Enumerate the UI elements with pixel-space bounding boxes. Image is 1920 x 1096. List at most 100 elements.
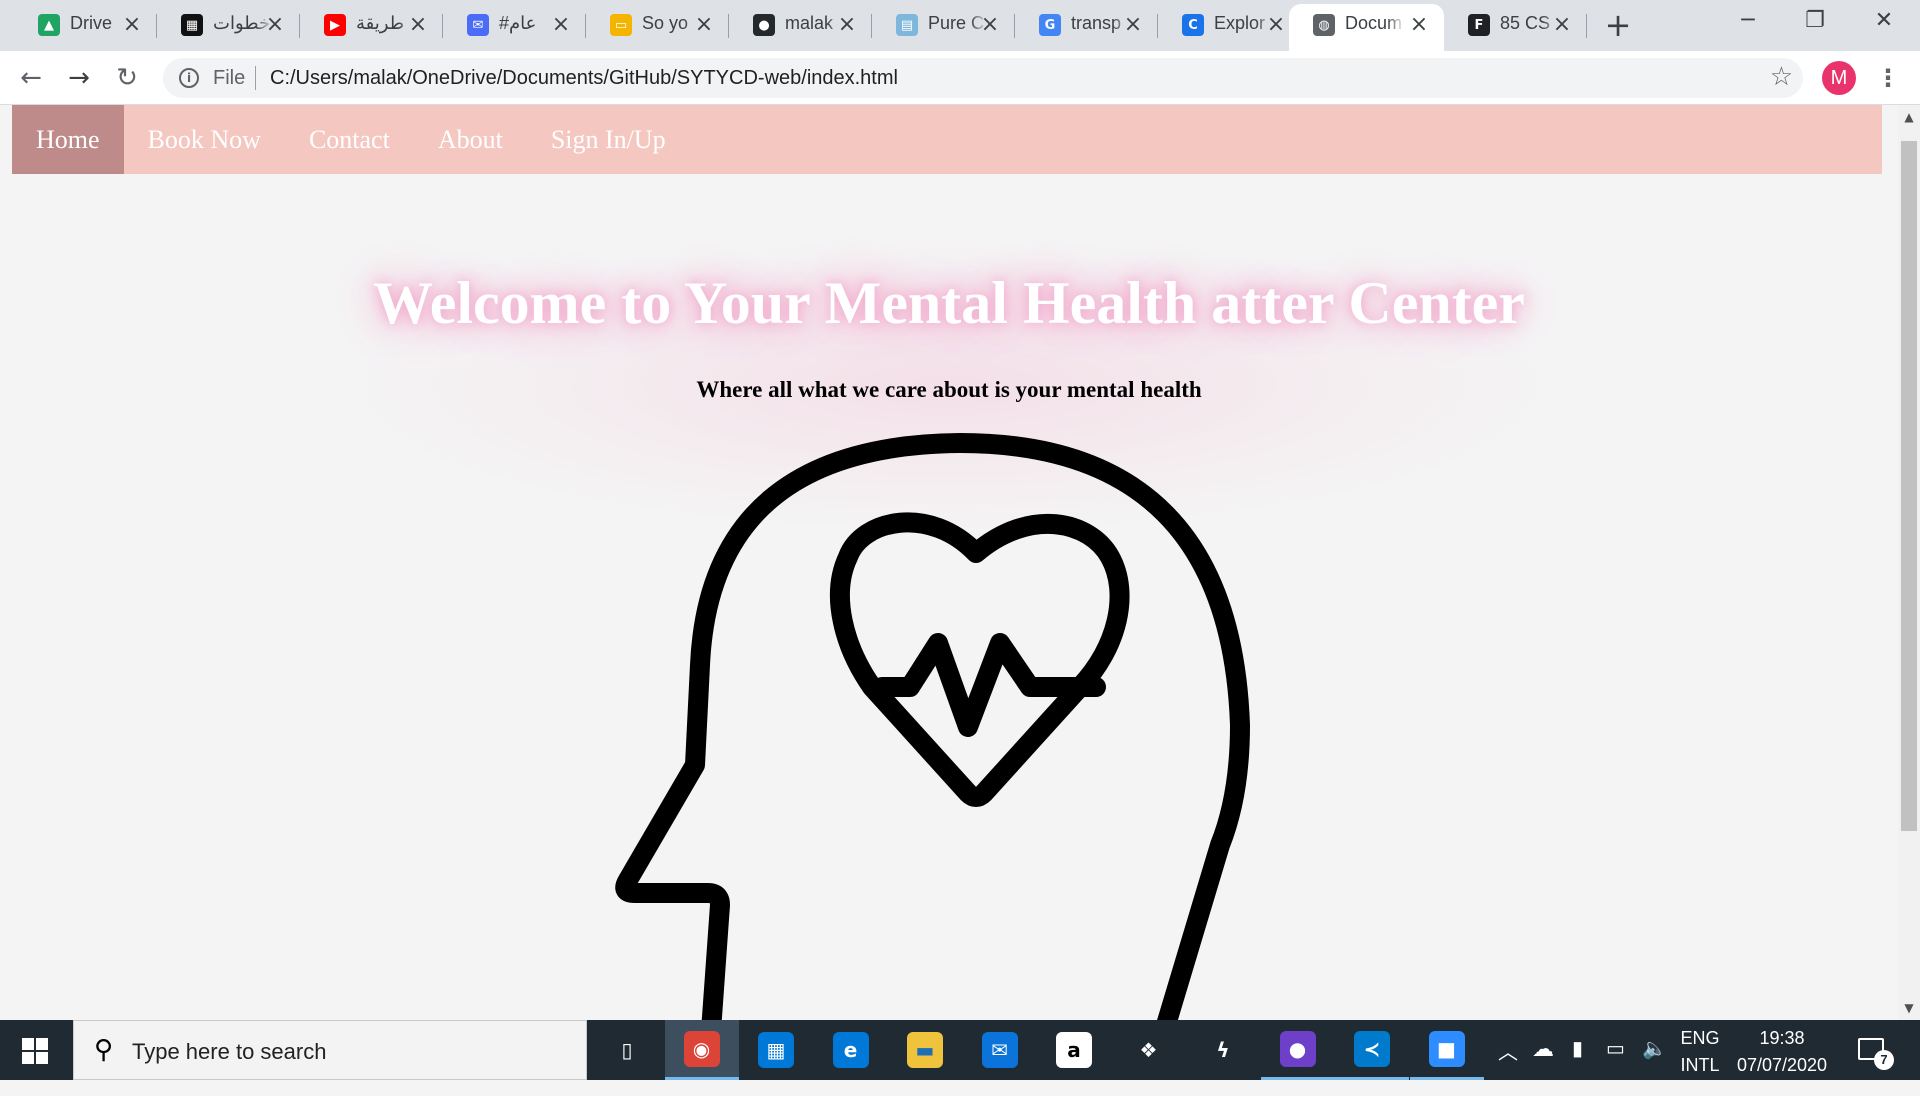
google-icon: G (1039, 14, 1061, 36)
language-label: ENG (1680, 1028, 1720, 1048)
windows-taskbar: ⚲ Type here to search ▯ ◉ ▦ e ▬ ✉ a ❖ ϟ ● ≺ ■ ︿ ☁ ▮… (0, 1020, 1920, 1080)
nav-link-book-now[interactable]: Book Now (124, 105, 285, 174)
vscode-taskbar-button[interactable]: ≺ (1335, 1020, 1409, 1080)
browser-tab[interactable]: F 85 CS × (1444, 0, 1587, 51)
nav-link-sign-in-up[interactable]: Sign In/Up (527, 105, 690, 174)
task-view-icon: ▯ (621, 1038, 633, 1062)
browser-tab[interactable]: ✉ #عام × (443, 0, 586, 51)
browser-tab[interactable]: ▲ Drive × (14, 0, 157, 51)
start-button[interactable] (0, 1020, 70, 1080)
winamp-icon: ϟ (1216, 1038, 1230, 1062)
forward-button[interactable]: → (62, 61, 96, 95)
close-tab-icon[interactable]: × (121, 12, 143, 38)
microphone-icon[interactable]: ▮ (1572, 1036, 1583, 1096)
mail-taskbar-button[interactable]: ✉ (963, 1020, 1037, 1080)
vscode-icon: ≺ (1354, 1030, 1390, 1067)
nav-link-home[interactable]: Home (12, 105, 124, 174)
chrome-taskbar-button[interactable]: ◉ (664, 1020, 739, 1080)
close-window-button[interactable]: ✕ (1864, 6, 1904, 36)
close-tab-icon[interactable]: × (407, 12, 429, 38)
profile-avatar[interactable]: M (1822, 61, 1856, 95)
mail-icon: ✉ (981, 1032, 1018, 1068)
chat-app-icon: ✉ (467, 14, 489, 36)
clock[interactable]: 19:38 07/07/2020 (1734, 1028, 1830, 1088)
battery-icon[interactable]: ▭ (1606, 1036, 1625, 1096)
close-tab-icon[interactable]: × (550, 12, 572, 38)
site-navbar: Home Book Now Contact About Sign In/Up (12, 105, 1882, 174)
browser-tab[interactable]: ▦ خطوات × (157, 0, 300, 51)
nav-link-about[interactable]: About (414, 105, 527, 174)
page-scrollbar[interactable]: ▲ ▼ (1898, 105, 1920, 1020)
omnibox-divider (255, 66, 256, 90)
action-center-button[interactable]: 7 (1854, 1034, 1894, 1070)
browser-tab[interactable]: ▶ طريقة × (300, 0, 443, 51)
browser-tab-strip: F 85 CS × ◍ Docum × C Explor × Gtransp × ▤ Pure C × ● m… (0, 0, 1920, 51)
close-tab-icon[interactable]: × (1551, 12, 1573, 38)
chrome-menu-button[interactable]: ⋮ (1876, 61, 1900, 95)
scheme-label: File (213, 67, 246, 89)
browser-tab[interactable]: ● malak × (729, 0, 872, 51)
close-tab-icon[interactable]: × (836, 12, 858, 38)
show-hidden-icons-button[interactable]: ︿ (1498, 1036, 1518, 1096)
browser-tab[interactable]: Gtransp × (1015, 0, 1158, 51)
close-tab-icon[interactable]: × (693, 12, 715, 38)
search-icon: ⚲ (94, 1035, 114, 1065)
back-button[interactable]: ← (14, 61, 48, 95)
url-text[interactable]: C:/Users/malak/OneDrive/Documents/GitHub… (270, 67, 898, 90)
github-icon: ● (753, 14, 775, 36)
clock-time: 19:38 (1759, 1028, 1805, 1048)
github-desktop-taskbar-button[interactable]: ● (1260, 1020, 1335, 1080)
close-tab-icon[interactable]: × (1408, 12, 1430, 38)
amazon-taskbar-button[interactable]: a (1037, 1020, 1111, 1080)
dropbox-taskbar-button[interactable]: ❖ (1112, 1020, 1186, 1080)
nav-link-contact[interactable]: Contact (285, 105, 414, 174)
task-view-taskbar-button[interactable]: ▯ (590, 1020, 664, 1080)
slides-icon: ▭ (610, 14, 632, 36)
scroll-up-arrow-icon[interactable]: ▲ (1898, 107, 1920, 127)
onedrive-icon[interactable]: ☁ (1532, 1036, 1554, 1096)
language-indicator[interactable]: ENG INTL (1680, 1028, 1720, 1088)
clock-date: 07/07/2020 (1736, 1055, 1828, 1075)
microsoft-store-taskbar-button[interactable]: ▦ (739, 1020, 813, 1080)
restore-button[interactable]: ❐ (1795, 6, 1835, 36)
browser-tab[interactable]: ▭ So yo × (586, 0, 729, 51)
search-placeholder: Type here to search (132, 1039, 327, 1064)
globe-icon: ◍ (1313, 14, 1335, 36)
tab-title: Docum (1345, 13, 1403, 33)
reload-button[interactable]: ↻ (110, 61, 144, 95)
hero-subtitle: Where all what we care about is your men… (696, 377, 1202, 402)
browser-tab[interactable]: C Explor × (1158, 0, 1301, 51)
scroll-down-arrow-icon[interactable]: ▼ (1898, 998, 1920, 1018)
scrollbar-thumb[interactable] (1901, 141, 1917, 831)
tab-separator (585, 14, 586, 38)
hero-title: Welcome to Your Mental Health atter Cent… (373, 270, 1525, 336)
address-bar[interactable]: i File C:/Users/malak/OneDrive/Documents… (163, 58, 1803, 98)
browser-tab[interactable]: ◍ Docum × (1289, 4, 1444, 51)
zoom-taskbar-button[interactable]: ■ (1409, 1020, 1484, 1080)
youtube-icon: ▶ (324, 14, 346, 36)
volume-icon[interactable]: 🔈 (1642, 1036, 1667, 1096)
winamp-taskbar-button[interactable]: ϟ (1186, 1020, 1260, 1080)
close-tab-icon[interactable]: × (264, 12, 286, 38)
edge-taskbar-button[interactable]: e (814, 1020, 888, 1080)
f-logo-icon: F (1468, 14, 1490, 36)
minimize-button[interactable]: ─ (1728, 6, 1768, 36)
browser-toolbar: ← → ↻ i File C:/Users/malak/OneDrive/Doc… (0, 51, 1920, 105)
site-info-icon[interactable]: i (179, 68, 199, 88)
chrome-icon: ◉ (683, 1030, 720, 1067)
taskbar-search-box[interactable]: ⚲ Type here to search (73, 1020, 587, 1080)
close-tab-icon[interactable]: × (1265, 12, 1287, 38)
bookmark-star-icon[interactable]: ☆ (1770, 62, 1793, 92)
browser-tab[interactable]: ▤ Pure C × (872, 0, 1015, 51)
close-tab-icon[interactable]: × (1122, 12, 1144, 38)
windows-logo-icon (22, 1038, 34, 1050)
file-explorer-taskbar-button[interactable]: ▬ (888, 1020, 962, 1080)
tab-separator (1014, 14, 1015, 38)
github-desktop-icon: ● (1279, 1030, 1316, 1067)
site-logo-icon: ▦ (181, 14, 203, 36)
edge-icon: e (832, 1032, 869, 1068)
close-tab-icon[interactable]: × (979, 12, 1001, 38)
new-tab-button[interactable]: + (1600, 9, 1636, 41)
tab-separator (299, 14, 300, 38)
page-viewport: Home Book Now Contact About Sign In/Up Welco… (0, 105, 1898, 1020)
